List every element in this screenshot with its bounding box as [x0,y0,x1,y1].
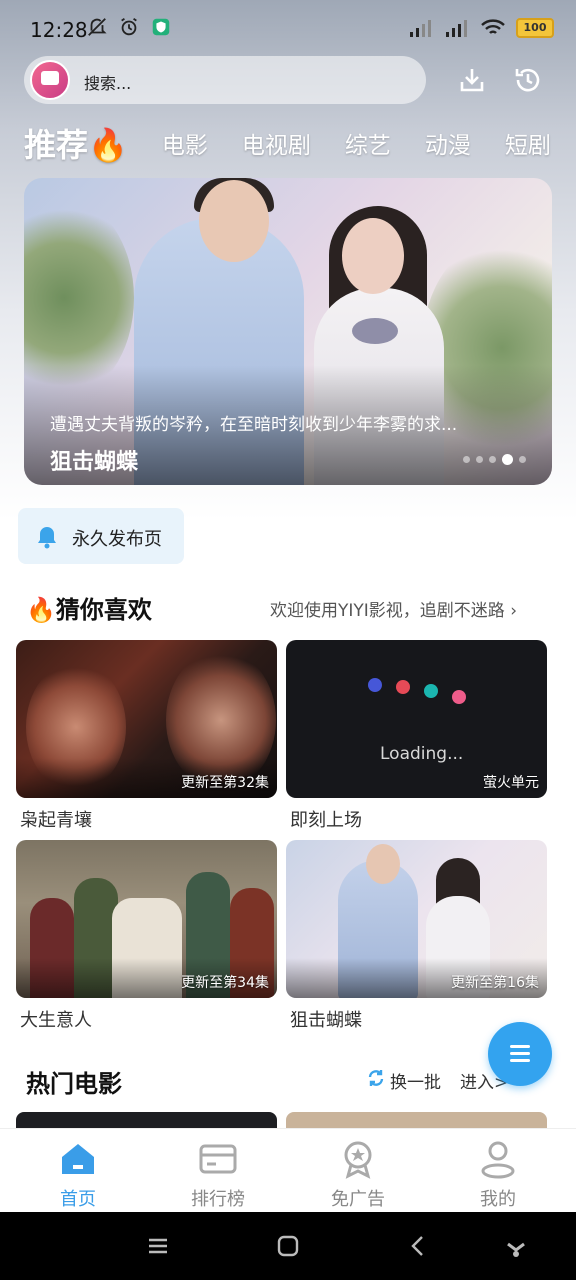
banner-figure [342,218,404,294]
carousel-dot[interactable] [489,456,496,463]
tab-recommend[interactable]: 推荐🔥 [24,120,128,166]
carousel-dot[interactable] [463,456,470,463]
video-card[interactable]: Loading... 萤火单元 即刻上场 [286,640,547,832]
carousel-dot[interactable] [519,456,526,463]
history-icon[interactable] [512,64,544,96]
back-icon[interactable] [404,1232,432,1260]
banner-figure [199,180,269,262]
guess-section-link[interactable]: 欢迎使用YIYI影视，追剧不迷路 › [270,596,517,621]
refresh-icon[interactable] [366,1068,386,1088]
video-title: 即刻上场 [290,810,362,831]
video-card[interactable]: 更新至第34集 大生意人 [16,840,277,1032]
recents-icon[interactable] [144,1232,172,1260]
assistant-icon[interactable] [502,1232,530,1260]
bottom-navigation: 首页 排行榜 免广告 我的 [0,1128,576,1213]
category-tabs: 推荐🔥 电影 电视剧 综艺 动漫 短剧 [24,118,576,168]
menu-fab-button[interactable] [488,1022,552,1086]
episode-badge: 萤火单元 [483,775,539,791]
search-input[interactable]: 搜索... [84,70,131,94]
alarm-icon [121,17,137,36]
status-icons-left [86,16,172,38]
mute-icon [88,18,107,36]
battery-indicator: 100 [516,18,554,38]
menu-icon [510,1059,530,1062]
episode-badge: 更新至第32集 [181,775,269,791]
wifi-icon [481,19,505,34]
menu-icon [510,1052,530,1055]
menu-icon [510,1045,530,1048]
permanent-page-label: 永久发布页 [72,529,162,550]
profile-icon [481,1141,515,1179]
nav-ranking-label: 排行榜 [191,1189,245,1210]
nav-profile[interactable]: 我的 [426,1129,570,1213]
video-thumbnail: 更新至第34集 [16,840,277,998]
home-button-icon[interactable] [274,1232,302,1260]
bell-icon [38,527,56,549]
tab-movies[interactable]: 电影 [162,126,208,160]
banner-subtitle: 遭遇丈夫背叛的岑矜，在至暗时刻收到少年李雾的求... [50,415,458,435]
download-icon[interactable] [456,64,488,96]
carousel-dot[interactable] [502,454,513,465]
signal-icon [410,20,431,37]
ranking-icon [199,1144,237,1174]
permanent-page-button[interactable]: 永久发布页 [18,508,184,564]
episode-badge: 更新至第16集 [451,975,539,991]
search-bar[interactable]: 搜索... [24,56,426,104]
episode-badge: 更新至第34集 [181,975,269,991]
nav-home[interactable]: 首页 [6,1129,150,1213]
nav-home-label: 首页 [60,1189,96,1210]
signal-icon [446,20,467,37]
carousel-dots[interactable] [463,454,526,465]
refresh-button[interactable]: 换一批 [390,1068,441,1093]
nav-ad-free[interactable]: 免广告 [286,1129,430,1213]
nav-profile-label: 我的 [480,1189,516,1210]
tab-tv-series[interactable]: 电视剧 [242,126,311,160]
app-logo-avatar[interactable] [30,60,70,100]
tab-anime[interactable]: 动漫 [425,126,471,160]
video-thumbnail: Loading... 萤火单元 [286,640,547,798]
tab-variety[interactable]: 综艺 [345,126,391,160]
shield-icon [152,18,170,36]
nav-ad-free-label: 免广告 [331,1189,385,1210]
video-thumbnail: 更新至第32集 [16,640,277,798]
ad-free-icon [344,1141,372,1179]
system-nav-bar [0,1212,576,1280]
video-card[interactable]: 更新至第16集 狙击蝴蝶 [286,840,547,1032]
tab-short-drama[interactable]: 短剧 [505,126,551,160]
video-title: 枭起青壤 [20,810,92,831]
loading-text: Loading... [380,744,464,764]
carousel-dot[interactable] [476,456,483,463]
loading-spinner [368,678,488,708]
status-time: 12:28 [30,18,88,42]
home-icon [62,1144,94,1174]
video-title: 大生意人 [20,1010,92,1031]
hot-section-title: 热门电影 [26,1070,122,1098]
guess-section-title: 🔥猜你喜欢 [26,596,152,624]
nav-ranking[interactable]: 排行榜 [146,1129,290,1213]
banner-title: 狙击蝴蝶 [50,450,139,475]
banner-figure [352,318,398,344]
video-thumbnail: 更新至第16集 [286,840,547,998]
status-bar: 12:28 100 [0,0,576,56]
video-card[interactable]: 更新至第32集 枭起青壤 [16,640,277,832]
featured-banner[interactable]: 遭遇丈夫背叛的岑矜，在至暗时刻收到少年李雾的求... 狙击蝴蝶 [24,178,552,485]
status-icons-right: 100 [408,18,554,38]
thumbnail-figure [366,844,400,884]
